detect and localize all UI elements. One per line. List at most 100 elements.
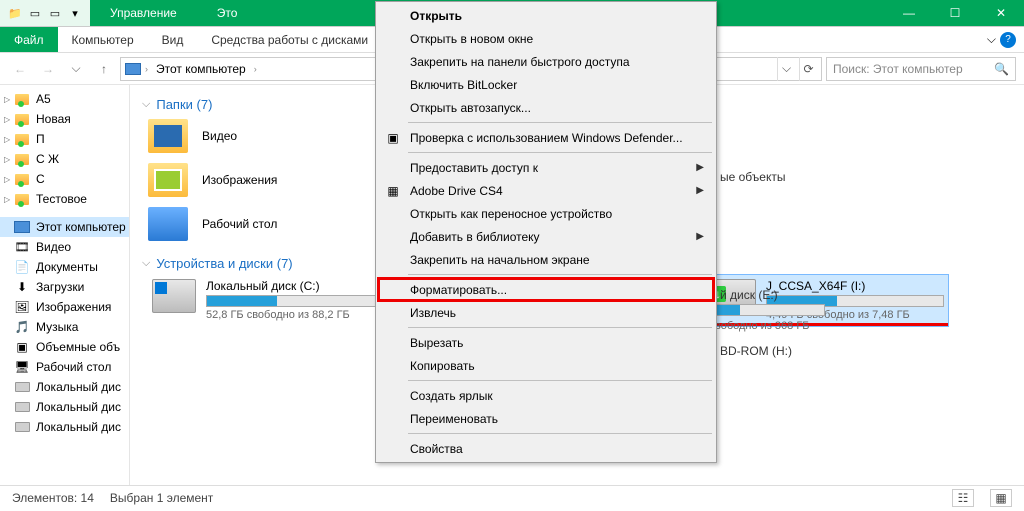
window-controls: — ☐ ✕ [886, 0, 1024, 26]
menu-separator [408, 152, 712, 153]
qat-dropdown-icon[interactable]: ▾ [66, 4, 84, 22]
drive-name: Локальный диск (C:) [206, 279, 384, 293]
sidebar-library-item[interactable]: 🎞 Видео [0, 237, 129, 257]
sidebar-quick-item[interactable]: С [0, 169, 129, 189]
sidebar-item-label: A5 [36, 92, 51, 106]
context-menu-item[interactable]: Форматировать... [378, 278, 714, 301]
pc-icon [125, 61, 141, 77]
menu-item-label: Открыть в новом окне [410, 32, 533, 46]
library-icon: 🖥 [14, 359, 30, 375]
folder-icon [14, 171, 30, 187]
context-menu-item[interactable]: Извлечь [378, 301, 714, 324]
sidebar-quick-item[interactable]: A5 [0, 89, 129, 109]
sidebar-quick-item[interactable]: П [0, 129, 129, 149]
sidebar-library-item[interactable]: ▣ Объемные объ [0, 337, 129, 357]
sidebar-this-pc[interactable]: Этот компьютер [0, 217, 129, 237]
sidebar-library-item[interactable]: ⬇ Загрузки [0, 277, 129, 297]
submenu-arrow-icon: ▶ [696, 185, 704, 196]
sidebar-library-item[interactable]: 🖥 Рабочий стол [0, 357, 129, 377]
menu-separator [408, 274, 712, 275]
sidebar-drive-item[interactable]: Локальный дис [0, 377, 129, 397]
sidebar-item-label: Локальный дис [36, 400, 121, 414]
sidebar-quick-item[interactable]: Тестовое [0, 189, 129, 209]
context-menu-item[interactable]: Добавить в библиотеку ▶ [378, 225, 714, 248]
drive-icon [14, 379, 30, 395]
folder-icon [14, 91, 30, 107]
context-menu-item[interactable]: Закрепить на начальном экране [378, 248, 714, 271]
drive-info: Локальный диск (C:) 52,8 ГБ свободно из … [206, 279, 384, 322]
close-button[interactable]: ✕ [978, 0, 1024, 26]
folder-icon [14, 131, 30, 147]
partial-drive-label: й диск (E:) [720, 288, 778, 302]
context-menu-item[interactable]: Вырезать [378, 331, 714, 354]
chevron-down-icon[interactable]: ⌵ [987, 32, 996, 47]
menu-item-label: Свойства [410, 442, 463, 456]
view-tab[interactable]: Вид [148, 33, 198, 47]
help-icon[interactable]: ? [1000, 32, 1016, 48]
context-menu-item[interactable]: Открыть в новом окне [378, 27, 714, 50]
folder-icon [148, 207, 188, 241]
search-input[interactable]: Поиск: Этот компьютер 🔍 [826, 57, 1016, 81]
sidebar-item-label: Локальный дис [36, 380, 121, 394]
partial-label: ые объекты [720, 170, 785, 184]
library-icon: 📄 [14, 259, 30, 275]
recent-dropdown-icon[interactable]: ⌵ [64, 57, 88, 81]
breadcrumb-item[interactable]: Этот компьютер [152, 62, 250, 76]
chevron-right-icon[interactable]: › [145, 64, 148, 74]
file-tab[interactable]: Файл [0, 27, 58, 52]
context-menu-item[interactable]: ▣ Проверка с использованием Windows Defe… [378, 126, 714, 149]
icons-view-button[interactable]: ▦ [990, 489, 1012, 507]
sidebar-quick-item[interactable]: С Ж [0, 149, 129, 169]
folder-icon: 📁 [6, 4, 24, 22]
sidebar-library-item[interactable]: 🎵 Музыка [0, 317, 129, 337]
disk-tools-tab[interactable]: Средства работы с дисками [197, 33, 382, 47]
context-menu-item[interactable]: Переименовать [378, 407, 714, 430]
context-menu-item[interactable]: Открыть [378, 4, 714, 27]
submenu-arrow-icon: ▶ [696, 162, 704, 173]
sidebar-item-label: Локальный дис [36, 420, 121, 434]
chevron-right-icon[interactable]: › [254, 64, 257, 74]
sidebar-library-item[interactable]: 📄 Документы [0, 257, 129, 277]
refresh-button[interactable]: ⟳ [799, 57, 817, 81]
context-menu-item[interactable]: Открыть как переносное устройство [378, 202, 714, 225]
up-button[interactable]: ↑ [92, 57, 116, 81]
minimize-button[interactable]: — [886, 0, 932, 26]
context-menu-item[interactable]: Копировать [378, 354, 714, 377]
drive-item[interactable]: Локальный диск (C:) 52,8 ГБ свободно из … [148, 275, 388, 326]
folder-icon [14, 151, 30, 167]
sidebar-item-label: Рабочий стол [36, 360, 111, 374]
sidebar-quick-item[interactable]: Новая [0, 109, 129, 129]
drive-icon [152, 279, 196, 313]
context-menu-item[interactable]: Предоставить доступ к ▶ [378, 156, 714, 179]
context-menu-item[interactable]: Свойства [378, 437, 714, 460]
context-menu-item[interactable]: Включить BitLocker [378, 73, 714, 96]
details-view-button[interactable]: ☷ [952, 489, 974, 507]
sidebar-item-label: Видео [36, 240, 71, 254]
library-icon: 🎵 [14, 319, 30, 335]
qat-icon[interactable]: ▭ [46, 4, 64, 22]
computer-tab[interactable]: Компьютер [58, 33, 148, 47]
forward-button[interactable]: → [36, 57, 60, 81]
maximize-button[interactable]: ☐ [932, 0, 978, 26]
drive-usage-bar [715, 304, 825, 316]
qat-icon[interactable]: ▭ [26, 4, 44, 22]
library-icon: ⬇ [14, 279, 30, 295]
menu-item-label: Извлечь [410, 306, 456, 320]
context-menu-item[interactable]: Создать ярлык [378, 384, 714, 407]
ribbon-context-tab[interactable]: Управление [90, 0, 197, 26]
sidebar-drive-item[interactable]: Локальный дис [0, 397, 129, 417]
folder-icon [148, 163, 188, 197]
sidebar-item-label: Новая [36, 112, 71, 126]
context-menu-item[interactable]: Закрепить на панели быстрого доступа [378, 50, 714, 73]
folder-label: Изображения [202, 173, 277, 187]
sidebar-item-label: Этот компьютер [36, 220, 126, 234]
menu-separator [408, 327, 712, 328]
sidebar-library-item[interactable]: 🖼 Изображения [0, 297, 129, 317]
context-menu-item[interactable]: Открыть автозапуск... [378, 96, 714, 119]
menu-separator [408, 122, 712, 123]
menu-item-label: Проверка с использованием Windows Defend… [410, 131, 683, 145]
address-dropdown-icon[interactable]: ⌵ [777, 57, 795, 81]
context-menu-item[interactable]: ▦ Adobe Drive CS4 ▶ [378, 179, 714, 202]
back-button[interactable]: ← [8, 57, 32, 81]
sidebar-drive-item[interactable]: Локальный дис [0, 417, 129, 437]
